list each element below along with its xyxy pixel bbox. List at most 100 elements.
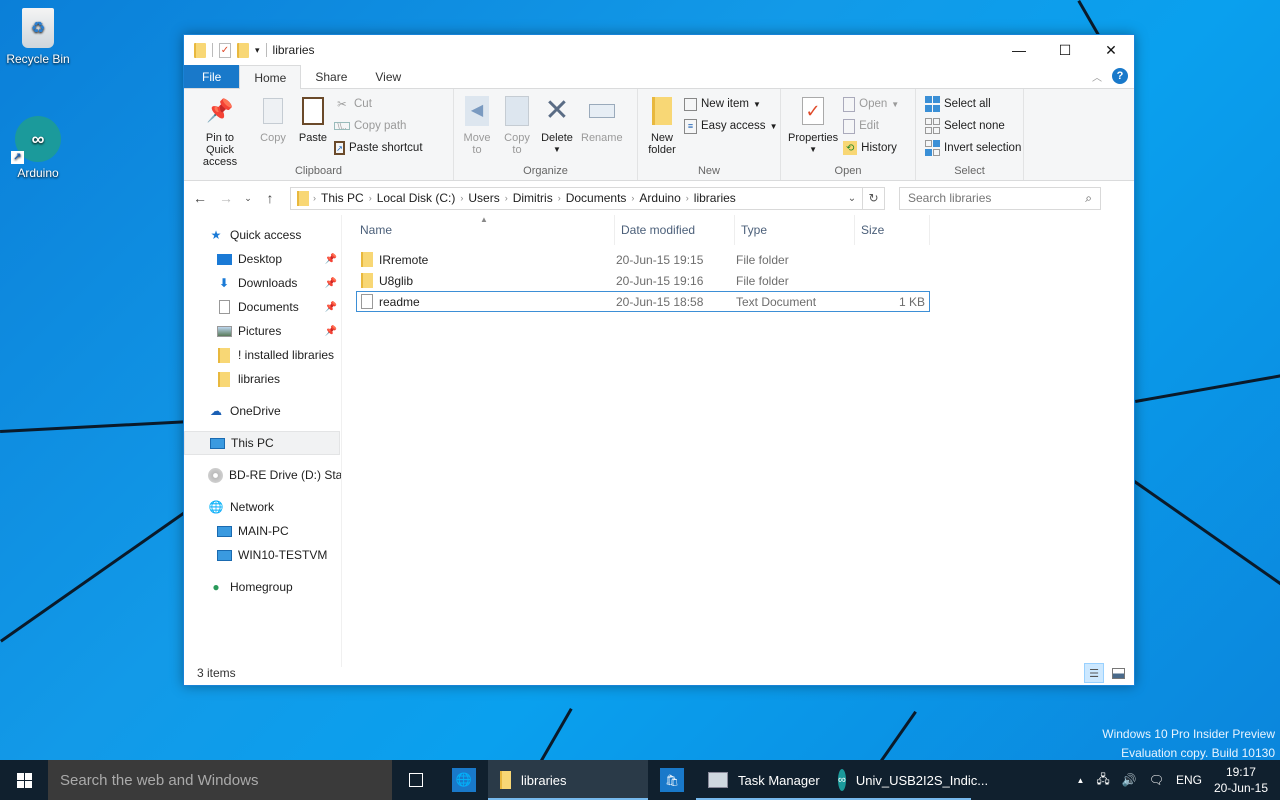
file-row[interactable]: readme 20-Jun-15 18:58 Text Document 1 K… xyxy=(356,291,930,312)
group-label: Open xyxy=(834,165,862,177)
wallpaper-line xyxy=(1135,372,1280,403)
column-header-size[interactable]: Size xyxy=(855,215,930,245)
action-center-icon[interactable]: 🗨 xyxy=(1149,773,1164,787)
properties-qat-icon[interactable]: ✓ xyxy=(219,42,231,58)
copy-path-button[interactable]: \\.. Copy path xyxy=(334,116,423,136)
tab-home[interactable]: Home xyxy=(239,65,302,89)
search-input[interactable]: Search libraries xyxy=(908,191,991,205)
nav-item-documents[interactable]: Documents 📌 xyxy=(184,295,341,319)
desktop-icon-arduino[interactable]: ∞ ↗ Arduino xyxy=(0,116,76,180)
large-icons-view-button[interactable] xyxy=(1108,663,1128,683)
breadcrumb-this-pc[interactable]: This PC xyxy=(316,191,369,205)
customize-qat-icon[interactable]: ▾ xyxy=(255,45,260,56)
address-bar[interactable]: › This PC › Local Disk (C:) › Users › Di… xyxy=(290,186,885,210)
address-dropdown-button[interactable]: ⌄ xyxy=(842,193,862,204)
maximize-button[interactable]: ☐ xyxy=(1042,35,1088,65)
breadcrumb-arduino[interactable]: Arduino xyxy=(634,191,685,205)
tab-file[interactable]: File xyxy=(184,65,240,88)
column-header-name[interactable]: Name xyxy=(342,215,615,245)
taskbar-search-input[interactable]: Search the web and Windows xyxy=(60,772,258,789)
edit-button[interactable]: Edit xyxy=(843,116,899,136)
button-label: Edit xyxy=(859,120,879,132)
nav-item-pictures[interactable]: Pictures 📌 xyxy=(184,319,341,343)
language-indicator[interactable]: ENG xyxy=(1176,773,1202,787)
show-hidden-icons-button[interactable]: ▲ xyxy=(1076,776,1084,785)
network-icon[interactable]: 🖧 xyxy=(1096,770,1109,791)
nav-item-homegroup[interactable]: ● Homegroup xyxy=(184,575,341,599)
nav-item-network[interactable]: 🌐 Network xyxy=(184,495,341,519)
task-view-icon xyxy=(409,773,423,787)
desktop-icon-recycle-bin[interactable]: ♻ Recycle Bin xyxy=(0,8,76,66)
nav-item-libraries[interactable]: libraries xyxy=(184,367,341,391)
refresh-button[interactable]: ↻ xyxy=(862,187,884,209)
tab-share[interactable]: Share xyxy=(301,65,361,88)
edge-button[interactable]: 🌐 xyxy=(440,760,488,800)
button-label: Pin to Quick access xyxy=(202,132,238,168)
easy-access-button[interactable]: ≡ Easy access ▼ xyxy=(684,116,777,136)
dropdown-arrow-icon: ▼ xyxy=(891,99,900,109)
breadcrumb-users[interactable]: Users xyxy=(463,191,504,205)
nav-item-installed-libraries[interactable]: ! installed libraries xyxy=(184,343,341,367)
file-row[interactable]: U8glib 20-Jun-15 19:16 File folder xyxy=(356,270,930,291)
ribbon: 📌 Pin to Quick access Copy Paste ✂ Cut \\… xyxy=(184,89,1134,181)
nav-item-downloads[interactable]: ⬇ Downloads 📌 xyxy=(184,271,341,295)
start-button[interactable] xyxy=(0,760,48,800)
breadcrumb-documents[interactable]: Documents xyxy=(561,191,632,205)
new-folder-qat-icon[interactable] xyxy=(237,42,249,58)
task-view-button[interactable] xyxy=(392,760,440,800)
nav-item-quick-access[interactable]: ★ Quick access xyxy=(184,223,341,247)
new-item-icon xyxy=(684,97,697,111)
nav-item-label: ! installed libraries xyxy=(238,348,335,362)
taskbar-app-task-manager[interactable]: Task Manager xyxy=(696,760,826,800)
close-button[interactable]: ✕ xyxy=(1088,35,1134,65)
history-button[interactable]: ⟲ History xyxy=(843,138,899,158)
breadcrumb-dimitris[interactable]: Dimitris xyxy=(508,191,558,205)
tab-view[interactable]: View xyxy=(361,65,415,88)
taskbar: Search the web and Windows 🌐 libraries 🛍… xyxy=(0,760,1280,800)
breadcrumb-local-disk[interactable]: Local Disk (C:) xyxy=(372,191,461,205)
paste-shortcut-button[interactable]: ↗ Paste shortcut xyxy=(334,138,423,158)
up-button[interactable]: ↑ xyxy=(260,190,280,206)
taskbar-app-libraries[interactable]: libraries xyxy=(488,760,648,800)
wallpaper-line xyxy=(880,710,917,760)
clock[interactable]: 19:17 20-Jun-15 xyxy=(1214,764,1268,796)
invert-selection-icon xyxy=(924,140,940,156)
nav-item-main-pc[interactable]: MAIN-PC xyxy=(184,519,341,543)
breadcrumb-libraries[interactable]: libraries xyxy=(689,191,741,205)
nav-item-win10-testvm[interactable]: WIN10-TESTVM xyxy=(184,543,341,567)
details-view-button[interactable]: ☰ xyxy=(1084,663,1104,683)
select-none-button[interactable]: Select none xyxy=(924,116,1021,136)
help-icon[interactable]: ? xyxy=(1112,68,1128,84)
minimize-button[interactable]: — xyxy=(996,35,1042,65)
invert-selection-button[interactable]: Invert selection xyxy=(924,138,1021,158)
folder-icon xyxy=(216,371,232,387)
nav-item-bd-drive[interactable]: BD-RE Drive (D:) Star xyxy=(184,463,341,487)
recent-locations-button[interactable]: ⌄ xyxy=(242,193,254,204)
nav-item-this-pc[interactable]: This PC xyxy=(184,431,340,455)
column-header-date[interactable]: Date modified xyxy=(615,215,735,245)
select-all-button[interactable]: Select all xyxy=(924,94,1021,114)
new-item-button[interactable]: New item ▼ xyxy=(684,94,777,114)
taskbar-search[interactable]: Search the web and Windows xyxy=(48,760,392,800)
search-box[interactable]: Search libraries ⌕ xyxy=(899,186,1101,210)
forward-button[interactable]: → xyxy=(216,190,236,206)
nav-item-label: Quick access xyxy=(230,228,302,242)
homegroup-icon: ● xyxy=(212,580,220,594)
nav-item-desktop[interactable]: Desktop 📌 xyxy=(184,247,341,271)
title-bar: ✓ ▾ libraries — ☐ ✕ xyxy=(184,35,1134,65)
button-label: Select none xyxy=(944,120,1005,132)
open-button[interactable]: Open ▼ xyxy=(843,94,899,114)
nav-item-onedrive[interactable]: ☁ OneDrive xyxy=(184,399,341,423)
group-new: New folder New item ▼ ≡ Easy access ▼ New xyxy=(638,89,781,180)
file-row[interactable]: IRremote 20-Jun-15 19:15 File folder xyxy=(356,249,930,270)
column-header-type[interactable]: Type xyxy=(735,215,855,245)
store-button[interactable]: 🛍 xyxy=(648,760,696,800)
back-button[interactable]: ← xyxy=(190,190,210,206)
navigation-bar: ← → ⌄ ↑ › This PC › Local Disk (C:) › Us… xyxy=(184,181,1134,215)
delete-x-icon: ✕ xyxy=(544,94,570,127)
collapse-ribbon-icon[interactable]: ︿ xyxy=(1092,69,1102,84)
cut-button[interactable]: ✂ Cut xyxy=(334,94,423,114)
paste-shortcut-icon: ↗ xyxy=(334,141,345,155)
taskbar-app-arduino[interactable]: ∞ Univ_USB2I2S_Indic... xyxy=(826,760,988,800)
volume-icon[interactable]: 🔊 xyxy=(1122,773,1137,787)
